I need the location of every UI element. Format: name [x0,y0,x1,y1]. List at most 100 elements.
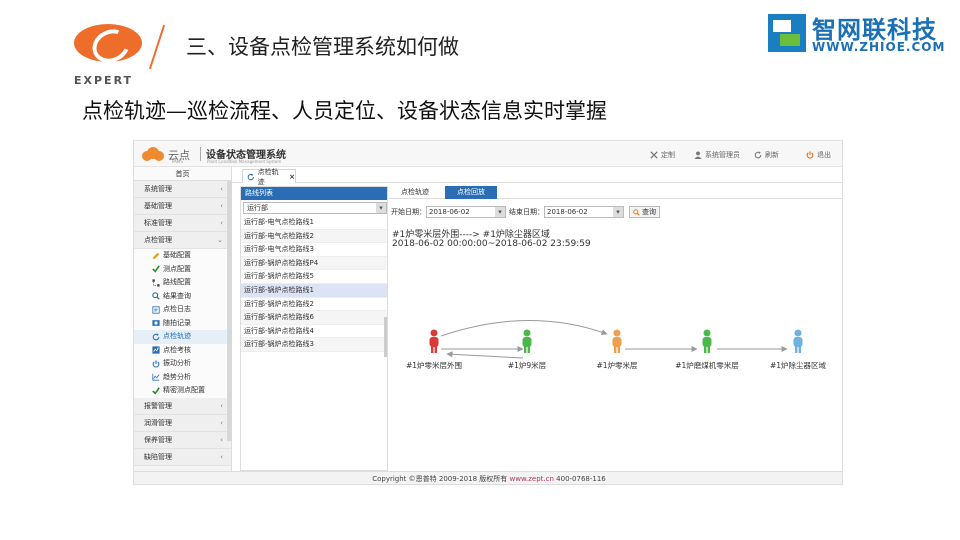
tab-track[interactable]: 点检轨迹 × [242,168,296,186]
sidebar-item-basic[interactable]: 基础管理 ‹ [134,198,231,215]
person-icon[interactable] [429,329,439,354]
site-link[interactable]: www.zept.cn [510,475,554,483]
list-item[interactable]: 运行部-电气点检路线1 [241,216,387,230]
expert-logo: EXPERT [72,20,147,87]
sidebar-sub-trend[interactable]: 趋势分析 [134,370,231,384]
close-icon[interactable]: × [289,173,295,181]
list-item[interactable]: 运行部-锅炉点检路线4 [241,325,387,339]
list-item[interactable]: 运行部-锅炉点检路线5 [241,270,387,284]
slide-title: 三、设备点检管理系统如何做 [186,35,459,59]
admin-label: 系统管理员 [705,151,740,159]
title-divider [148,24,166,70]
tab-bar: 点检轨迹 × [232,167,842,186]
sidebar-sub-point-config[interactable]: 测点配置 [134,262,231,276]
person-icon[interactable] [522,329,532,354]
sidebar-item-standard[interactable]: 标准管理 ‹ [134,215,231,232]
sidebar-sub-vibration[interactable]: 振动分析 [134,357,231,371]
person-icon[interactable] [702,329,712,354]
track-flow-diagram [429,320,803,359]
customize-button[interactable]: 定制 [650,150,675,160]
sidebar-sub-assessment[interactable]: 点检考核 [134,343,231,357]
sidebar-item-label: 报警管理 [144,401,172,410]
sidebar-item-label: 系统管理 [144,185,172,193]
list-item[interactable]: 运行部-锅炉点检路线P4 [241,256,387,271]
sidebar-item-label: 保养管理 [144,435,172,444]
app-footer: Copyright ©恩普特 2009-2018 版权所有 www.zept.c… [134,471,842,484]
app-header: 云点 PAMS 设备状态管理系统 Plant Condition Managem… [134,141,842,167]
sidebar: 首页 系统管理 ‹ 基础管理 ‹ 标准管理 ‹ 点检管理 ⌄ 基础配置 测点配置 路线配… [134,167,232,471]
sidebar-sub-result-query[interactable]: 结果查询 [134,289,231,303]
track-icon [152,333,160,341]
refresh-button[interactable]: 刷新 [754,150,779,160]
sidebar-sub-label: 路线配置 [163,278,191,286]
expert-logo-mark [74,24,142,62]
pencil-icon [152,252,160,259]
expert-logo-text: EXPERT [74,74,134,87]
chevron-left-icon: ‹ [220,435,223,444]
sidebar-sub-label: 基础配置 [163,251,191,259]
sidebar-sub-label: 精密测点配置 [163,386,205,394]
node-label: #1炉零米层外围 [405,361,463,370]
assessment-icon [152,346,160,354]
route-list-panel: 路线列表 运行部 ▾ 运行部-电气点检路线1 运行部-电气点检路线2 运行部-电… [240,186,388,471]
search-icon [152,292,160,300]
node-label: #1炉零米层 [596,361,638,370]
tab-label: 点检轨迹 [257,167,279,186]
sidebar-sub-photo-record[interactable]: 随拍记录 [134,316,231,330]
sidebar-item-label: 标准管理 [144,219,172,227]
person-icon[interactable] [793,329,803,354]
department-select[interactable]: 运行部 ▾ [243,202,387,214]
sidebar-item-maintenance[interactable]: 保养管理 ‹ [134,431,231,449]
chevron-left-icon: ‹ [220,219,223,227]
list-item-selected[interactable]: 运行部-锅炉点检路线1 [241,283,387,298]
list-item[interactable]: 运行部-电气点检路线2 [241,229,387,244]
sidebar-sub-track[interactable]: 点检轨迹 [134,330,231,344]
sidebar-sub-label: 点检日志 [163,305,191,313]
log-icon [152,306,160,314]
phone-text: 400-0768-116 [556,475,606,483]
logout-button[interactable]: 退出 [806,150,831,160]
sidebar-sub-label: 点检考核 [163,345,191,354]
sidebar-sub-log[interactable]: 点检日志 [134,303,231,317]
node-label: #1炉除尘器区域 [769,361,827,370]
zhioe-brand-url: WWW.ZHIOE.COM [812,40,946,54]
sidebar-sub-precision-config[interactable]: 精密测点配置 [134,384,231,398]
sidebar-item-system[interactable]: 系统管理 ‹ [134,181,231,198]
chevron-down-icon: ⌄ [217,236,223,244]
check-icon [152,265,160,273]
sidebar-item-inspection[interactable]: 点检管理 ⌄ [134,232,231,249]
sidebar-sub-basic-config[interactable]: 基础配置 [134,249,231,263]
sidebar-item-label: 缺陷管理 [144,452,172,461]
refresh-icon [754,151,762,159]
sidebar-sub-label: 结果查询 [163,291,191,300]
sidebar-item-alarm[interactable]: 报警管理 ‹ [134,397,231,415]
vibration-icon [152,360,160,368]
track-arrow [446,351,524,359]
list-item[interactable]: 运行部-锅炉点检路线2 [241,298,387,312]
list-item[interactable]: 运行部-锅炉点检路线3 [241,338,387,352]
sidebar-item-lubrication[interactable]: 润滑管理 ‹ [134,414,231,432]
route-list-scrollbar[interactable] [384,317,387,357]
admin-user-button[interactable]: 系统管理员 [694,150,740,160]
chevron-left-icon: ‹ [220,401,223,410]
node-label: #1炉9米层 [507,361,547,370]
sidebar-item-label: 基础管理 [144,202,172,210]
list-item[interactable]: 运行部-电气点检路线3 [241,243,387,257]
person-icon[interactable] [612,329,622,354]
route-list: 运行部-电气点检路线1 运行部-电气点检路线2 运行部-电气点检路线3 运行部-… [241,216,387,352]
sidebar-item-defect[interactable]: 缺陷管理 ‹ [134,448,231,466]
sidebar-scrollbar[interactable] [227,181,232,441]
sidebar-sub-label: 随拍记录 [163,318,191,327]
list-item[interactable]: 运行部-锅炉点检路线6 [241,311,387,325]
node-label: #1炉磨煤机零米层 [675,361,739,370]
sidebar-sub-label: 振动分析 [163,359,191,367]
department-value: 运行部 [247,204,268,212]
app-title-en: Plant Condition Management System [207,159,282,164]
trend-icon [152,374,160,381]
zhioe-logo-mark [768,14,806,52]
sidebar-home[interactable]: 首页 [134,167,231,181]
sidebar-item-label: 润滑管理 [144,418,172,427]
sidebar-sub-route-config[interactable]: 路线配置 [134,276,231,290]
track-panel: 点检轨迹 点检回放 开始日期： 2018-06-02 ▾ 结束日期： 2018-… [389,186,842,471]
sidebar-item-label: 点检管理 [144,236,172,244]
